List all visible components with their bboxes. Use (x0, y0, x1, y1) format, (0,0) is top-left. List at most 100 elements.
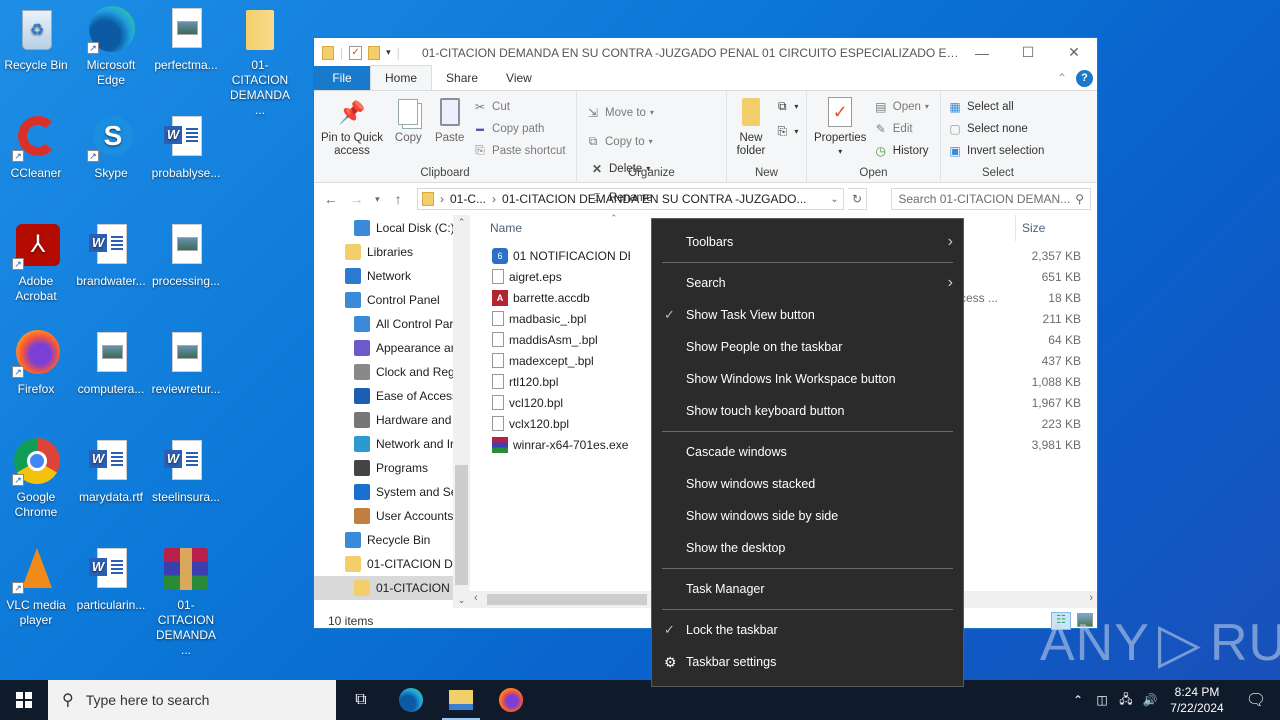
tab-home[interactable]: Home (370, 65, 433, 90)
desktop-icon-skype[interactable]: S ↗ Skype (75, 108, 147, 181)
column-header-size[interactable]: Size (1015, 215, 1095, 241)
copy-path-button[interactable]: ▬ Copy path (472, 119, 566, 138)
paste-shortcut-button[interactable]: ⎘ Paste shortcut (472, 141, 565, 160)
easy-access-button[interactable]: ⎘ ▾ (774, 122, 799, 141)
taskbar-file-explorer[interactable] (436, 680, 486, 720)
nav-item[interactable]: 01-CITACION D (314, 576, 470, 600)
desktop-icon-chrome[interactable]: ↗ Google Chrome (0, 432, 72, 520)
nav-item[interactable]: Local Disk (C:) (314, 216, 470, 240)
desktop-icon-acrobat[interactable]: ⅄ ↗ Adobe Acrobat (0, 216, 72, 304)
search-box[interactable]: Search 01-CITACION DEMAN... ⚲ (891, 188, 1091, 210)
volume-icon[interactable]: 🔊 (1138, 693, 1162, 707)
refresh-button[interactable]: ↻ (847, 188, 868, 210)
navigation-pane-scrollbar[interactable]: ⌃ ⌄ (453, 215, 470, 608)
nav-item[interactable]: Ease of Access (314, 384, 470, 408)
nav-item[interactable]: Programs (314, 456, 470, 480)
notifications-button[interactable]: 🗨 (1232, 690, 1280, 710)
menu-item-show-people[interactable]: Show People on the taskbar (652, 331, 963, 363)
taskbar-edge[interactable] (386, 680, 436, 720)
desktop-icon-ccleaner[interactable]: ↗ CCleaner (0, 108, 72, 181)
paste-button[interactable]: Paste (431, 95, 469, 145)
up-button[interactable]: ↑ (387, 191, 409, 207)
back-button[interactable]: ← (320, 191, 342, 207)
breadcrumb-1[interactable]: 01-C... (450, 192, 486, 206)
desktop-icon-file[interactable]: reviewretur... (150, 324, 222, 397)
task-view-button[interactable]: ⧉ (336, 680, 386, 720)
new-folder-quick-icon[interactable] (368, 45, 381, 60)
history-button[interactable]: ◷ History (873, 141, 929, 160)
properties-button[interactable]: ✓ Properties ▾ (811, 95, 869, 158)
menu-item-side-by-side[interactable]: Show windows side by side (652, 500, 963, 532)
nav-item[interactable]: 01-CITACION DE (314, 552, 470, 576)
select-none-button[interactable]: ▢ Select none (947, 119, 1044, 138)
nav-item[interactable]: Control Panel (314, 288, 470, 312)
scroll-left-icon[interactable]: ‹ (474, 592, 478, 604)
invert-selection-button[interactable]: ▣ Invert selection (947, 141, 1044, 160)
new-item-button[interactable]: ⧉ ▾ (774, 97, 798, 116)
menu-item-toolbars[interactable]: Toolbars › (652, 226, 963, 258)
tab-share[interactable]: Share (432, 66, 492, 90)
nav-item[interactable]: Network and Ir (314, 432, 470, 456)
menu-item-task-manager[interactable]: Task Manager (652, 573, 963, 605)
address-dropdown-icon[interactable]: ⌄ (830, 194, 838, 205)
close-button[interactable]: ✕ (1051, 38, 1097, 67)
taskbar-search-input[interactable]: Type here to search (86, 692, 210, 708)
menu-item-show-touch-keyboard[interactable]: Show touch keyboard button (652, 395, 963, 427)
desktop-icon-file[interactable]: W marydata.rtf (75, 432, 147, 505)
address-bar[interactable]: › 01-C... › 01-CITACION DEMANDA EN SU CO… (417, 188, 844, 210)
recent-locations-dropdown[interactable]: ▾ (371, 194, 383, 205)
clock[interactable]: 8:24 PM 7/22/2024 (1162, 684, 1232, 716)
nav-item[interactable]: System and Se (314, 480, 470, 504)
desktop-icon-file[interactable]: W probablyse... (150, 108, 222, 181)
nav-item[interactable]: Appearance an (314, 336, 470, 360)
search-input[interactable]: Search 01-CITACION DEMAN... (898, 192, 1070, 206)
nav-item[interactable]: All Control Par (314, 312, 470, 336)
forward-button[interactable]: → (346, 191, 368, 207)
start-button[interactable] (0, 680, 48, 720)
column-header-name[interactable]: Name (470, 221, 630, 235)
minimize-button[interactable]: — (959, 38, 1005, 67)
breadcrumb-2[interactable]: 01-CITACION DEMANDA EN SU CONTRA -JUZGAD… (502, 192, 806, 206)
nav-item[interactable]: Network (314, 264, 470, 288)
copy-button[interactable]: Copy (389, 95, 427, 145)
copy-to-button[interactable]: ⧉ Copy to ▾ (585, 132, 654, 151)
desktop-icon-recycle-bin[interactable]: ♻ Recycle Bin (0, 0, 72, 73)
taskbar-firefox[interactable] (486, 680, 536, 720)
help-icon[interactable]: ? (1076, 70, 1093, 87)
scroll-right-icon[interactable]: › (1089, 592, 1093, 604)
scroll-down-icon[interactable]: ⌄ (453, 595, 470, 606)
open-button[interactable]: ▤ Open ▾ (873, 97, 929, 116)
scrollbar-thumb[interactable] (455, 465, 468, 585)
menu-item-windows-stacked[interactable]: Show windows stacked (652, 468, 963, 500)
nav-item[interactable]: Recycle Bin (314, 528, 470, 552)
nav-item[interactable]: Libraries (314, 240, 470, 264)
cut-button[interactable]: ✂ Cut (472, 97, 566, 116)
menu-item-taskbar-settings[interactable]: ⚙ Taskbar settings (652, 646, 963, 678)
desktop-icon-vlc[interactable]: ↗ VLC media player (0, 540, 72, 628)
show-hidden-icons-button[interactable]: ⌃ (1066, 693, 1090, 707)
collapse-ribbon-icon[interactable]: ⌃ (1057, 71, 1067, 85)
new-folder-button[interactable]: New folder (731, 95, 771, 158)
desktop-icon-edge[interactable]: ↗ Microsoft Edge (75, 0, 147, 88)
nav-item[interactable]: User Accounts (314, 504, 470, 528)
properties-quick-icon[interactable]: ✓ (349, 45, 363, 60)
menu-item-cascade-windows[interactable]: Cascade windows (652, 436, 963, 468)
customize-toolbar-dropdown[interactable]: ▾ (386, 47, 391, 58)
taskbar-search-box[interactable]: ⚲ Type here to search (48, 680, 336, 720)
desktop-icon-file[interactable]: computera... (75, 324, 147, 397)
desktop-icon-file[interactable]: perfectma... (150, 0, 222, 73)
meet-now-icon[interactable]: ◫ (1090, 693, 1114, 707)
desktop-icon-firefox[interactable]: ↗ Firefox (0, 324, 72, 397)
desktop-icon-file[interactable]: W brandwater... (75, 216, 147, 289)
horizontal-scrollbar-thumb[interactable] (487, 594, 647, 605)
desktop-icon-archive[interactable]: 01-CITACION DEMANDA ... (150, 540, 222, 658)
tab-view[interactable]: View (492, 66, 546, 90)
menu-item-show-task-view[interactable]: ✓ Show Task View button (652, 299, 963, 331)
maximize-button[interactable]: ☐ (1005, 38, 1051, 67)
select-all-button[interactable]: ▦ Select all (947, 97, 1044, 116)
menu-item-show-desktop[interactable]: Show the desktop (652, 532, 963, 564)
menu-item-show-ink-workspace[interactable]: Show Windows Ink Workspace button (652, 363, 963, 395)
nav-item[interactable]: Hardware and (314, 408, 470, 432)
move-to-button[interactable]: ⇲ Move to ▾ (585, 103, 654, 122)
desktop-icon-folder[interactable]: 01-CITACION DEMANDA ... (224, 0, 296, 118)
